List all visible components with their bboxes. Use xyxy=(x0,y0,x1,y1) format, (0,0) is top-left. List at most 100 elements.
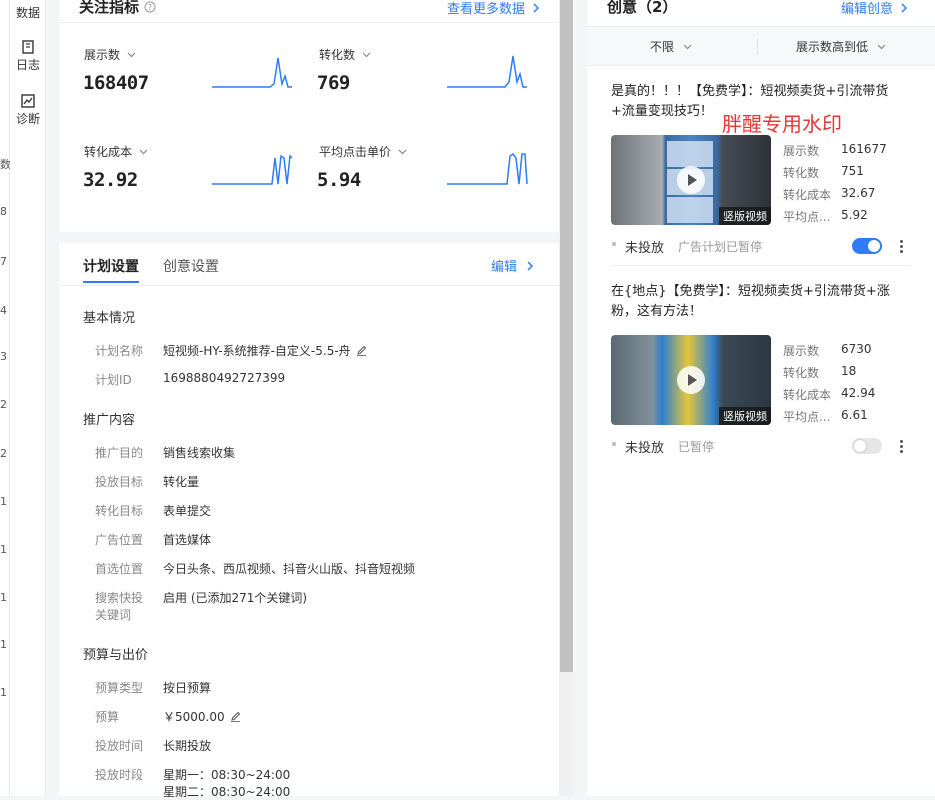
field-label-line2: 关键词 xyxy=(95,608,132,622)
chevron-down-icon xyxy=(362,52,371,57)
stat-value: 751 xyxy=(841,164,864,178)
chevron-right-icon xyxy=(901,2,908,13)
status-dot xyxy=(612,242,616,246)
metric-value: 769 xyxy=(317,72,350,94)
rail-item-label: 日志 xyxy=(15,58,40,72)
metric-selector-impressions[interactable]: 展示数 xyxy=(84,46,136,63)
divider xyxy=(757,38,758,54)
field-label: 预算 xyxy=(95,710,120,724)
creative-status: 未投放 xyxy=(625,241,665,256)
video-thumbnail[interactable]: 竖版视频 xyxy=(611,335,771,425)
tab-label: 创意设置 xyxy=(163,259,219,275)
field-label: 投放目标 xyxy=(95,475,144,489)
sparkline-cpc xyxy=(447,152,528,185)
left-table-edge: 数 8 7 4 3 2 2 1 1 1 1 1 xyxy=(0,0,10,796)
creative-substatus: 广告计划已暂停 xyxy=(678,240,763,254)
field-value-line2: 星期二：08:30~24:00 xyxy=(163,785,291,799)
field-value: 今日头条、西瓜视频、抖音火山版、抖音短视频 xyxy=(163,562,416,576)
play-icon[interactable] xyxy=(677,166,705,194)
active-tab-indicator xyxy=(83,281,139,283)
field-label: 广告位置 xyxy=(95,533,144,547)
left-edge-text: 1 xyxy=(0,591,7,604)
stat-value: 42.94 xyxy=(841,386,876,400)
stat-label: 转化数 xyxy=(783,166,820,180)
metric-label: 平均点击单价 xyxy=(319,145,392,159)
metric-value: 32.92 xyxy=(83,169,138,191)
field-label: 计划名称 xyxy=(95,344,144,358)
diagnosis-icon xyxy=(21,94,35,108)
video-type-badge: 竖版视频 xyxy=(719,407,771,425)
field-value: 首选媒体 xyxy=(163,533,212,547)
metric-selector-cost[interactable]: 转化成本 xyxy=(84,143,148,160)
field-value: 星期一：08:30~24:00 xyxy=(163,768,291,782)
rail-item-diagnosis[interactable]: 诊断 xyxy=(10,94,46,127)
field-value: 销售线索收集 xyxy=(163,446,236,460)
play-icon[interactable] xyxy=(677,366,705,394)
watermark-text: 胖醒专用水印 xyxy=(722,112,842,136)
field-value: ￥5000.00 xyxy=(163,710,225,724)
scrollbar-thumb[interactable] xyxy=(560,0,573,672)
left-edge-text: 3 xyxy=(0,350,7,363)
chevron-down-icon xyxy=(139,149,148,154)
tab-creative-settings[interactable]: 创意设置 xyxy=(163,256,219,276)
edit-pencil-icon[interactable] xyxy=(356,345,367,356)
rail-item-label: 诊断 xyxy=(15,112,40,126)
field-value: 转化量 xyxy=(163,475,200,489)
field-value: 按日预算 xyxy=(163,681,212,695)
stat-label: 转化成本 xyxy=(783,388,832,402)
creative-title-text[interactable]: 在{地点}【免费学】：短视频卖货+引流带货+涨粉，这有方法！ xyxy=(611,282,907,322)
field-label: 投放时间 xyxy=(95,739,144,753)
thumb-panel xyxy=(667,197,713,223)
rail-item-log[interactable]: 日志 xyxy=(10,40,46,73)
stat-value: 18 xyxy=(841,364,857,378)
status-filter-dropdown[interactable]: 不限 xyxy=(650,38,692,55)
more-icon[interactable] xyxy=(900,240,904,255)
field-label: 推广目的 xyxy=(95,446,144,460)
more-icon[interactable] xyxy=(900,440,904,455)
stat-label: 转化数 xyxy=(783,366,820,380)
chevron-right-icon xyxy=(527,260,534,271)
stat-label: 展示数 xyxy=(783,144,820,158)
left-edge-text: 1 xyxy=(0,543,7,556)
chevron-down-icon xyxy=(877,44,886,49)
svg-text:?: ? xyxy=(148,3,152,12)
metric-value: 5.94 xyxy=(317,169,361,191)
more-data-link[interactable]: 查看更多数据 xyxy=(447,0,541,17)
metric-label: 转化成本 xyxy=(84,145,133,159)
left-edge-text: 1 xyxy=(0,638,7,651)
plan-edit-label: 编辑 xyxy=(491,260,518,275)
creative-panel: 创意（2） 编辑创意 不限 展示数高到低 是真的！！！【免费学】：短视频卖货+引… xyxy=(587,0,935,796)
chevron-down-icon xyxy=(127,52,136,57)
stat-label: 转化成本 xyxy=(783,188,832,202)
creative-title: 创意（2） xyxy=(607,0,678,16)
video-thumbnail[interactable]: 竖版视频 xyxy=(611,135,771,225)
field-value: 启用 (已添加271个关键词) xyxy=(163,591,308,605)
thumb-panel xyxy=(667,141,713,167)
section-title-basic: 基本情况 xyxy=(83,311,136,326)
creative-toggle[interactable] xyxy=(852,238,882,254)
help-icon[interactable]: ? xyxy=(144,1,156,13)
metric-selector-conversions[interactable]: 转化数 xyxy=(319,46,371,63)
metrics-card: 关注指标 ? 查看更多数据 展示数 168407 转化数 769 转化成本 32… xyxy=(59,0,559,232)
plan-edit-link[interactable]: 编辑 xyxy=(491,256,535,275)
sort-dropdown[interactable]: 展示数高到低 xyxy=(796,38,886,55)
stat-label: 展示数 xyxy=(783,344,820,358)
metric-selector-cpc[interactable]: 平均点击单价 xyxy=(319,143,407,160)
edit-creative-link[interactable]: 编辑创意 xyxy=(841,0,909,17)
more-data-label: 查看更多数据 xyxy=(447,2,526,17)
video-type-badge: 竖版视频 xyxy=(719,207,771,225)
rail-item-data[interactable]: 数据 xyxy=(10,4,46,21)
sort-value: 展示数高到低 xyxy=(796,40,869,54)
tab-plan-settings[interactable]: 计划设置 xyxy=(83,256,139,276)
left-edge-text: 7 xyxy=(0,255,7,268)
creative-toggle[interactable] xyxy=(852,438,882,454)
left-edge-text: 1 xyxy=(0,686,7,699)
edit-pencil-icon[interactable] xyxy=(230,711,241,722)
creative-substatus: 已暂停 xyxy=(678,440,715,454)
filter-bar: 不限 展示数高到低 xyxy=(587,26,935,66)
field-label: 搜索快投 xyxy=(95,591,144,605)
stat-value: 5.92 xyxy=(841,208,868,222)
plan-name-field: 短视频-HY-系统推荐-自定义-5.5-舟 xyxy=(163,342,367,359)
metrics-title: 关注指标 xyxy=(79,0,140,16)
side-rail: 数据 日志 诊断 xyxy=(10,0,46,796)
